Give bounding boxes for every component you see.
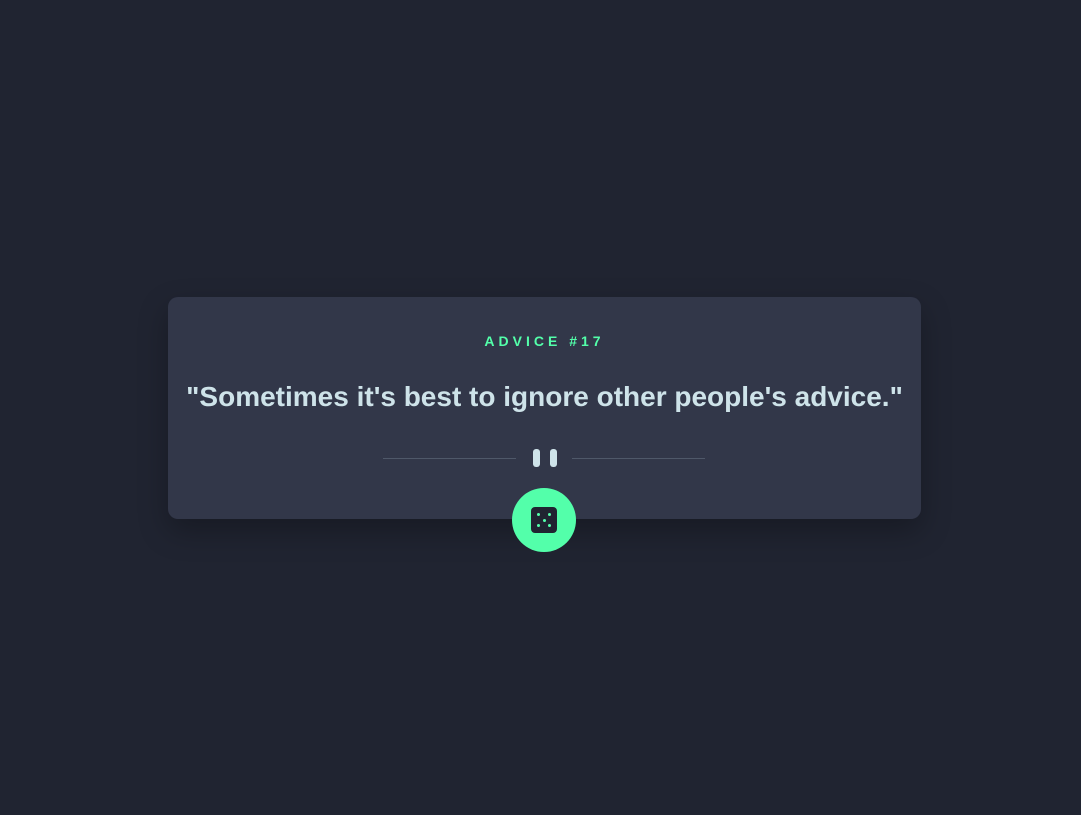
advice-number: ADVICE #17	[484, 333, 605, 349]
divider	[383, 448, 705, 468]
pause-icon	[533, 449, 557, 467]
divider-line-right	[572, 458, 705, 459]
dice-button[interactable]	[512, 488, 576, 552]
advice-card: ADVICE #17 "Sometimes it's best to ignor…	[168, 297, 921, 519]
dice-icon	[531, 507, 557, 533]
advice-quote: "Sometimes it's best to ignore other peo…	[186, 381, 903, 412]
divider-line-left	[383, 458, 516, 459]
